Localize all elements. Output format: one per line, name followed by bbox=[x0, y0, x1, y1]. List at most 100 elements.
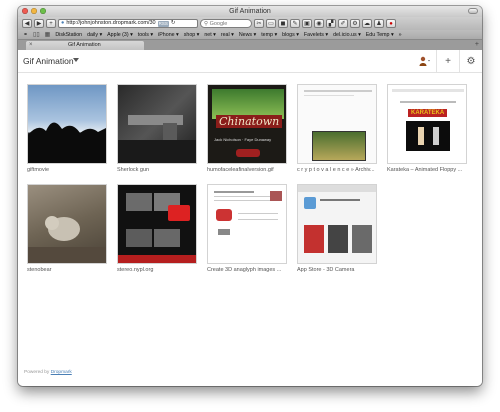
extension-icon[interactable]: ◉ bbox=[314, 19, 324, 28]
extension-icon[interactable]: ✎ bbox=[290, 19, 300, 28]
tab-bar: × Gif Animation + bbox=[18, 40, 482, 50]
webpage-image bbox=[126, 229, 152, 247]
page-content: Gif Animation + ⚙ giftmovie Sherlock gun… bbox=[18, 50, 482, 386]
search-field[interactable]: ⚲ Google bbox=[200, 19, 252, 28]
gear-icon[interactable]: ⚙ bbox=[460, 50, 482, 72]
webpage-line bbox=[304, 90, 372, 92]
extension-icon[interactable]: ☁ bbox=[362, 19, 372, 28]
item-thumbnail[interactable] bbox=[117, 84, 197, 164]
stereoscope-image bbox=[168, 205, 190, 221]
item-caption[interactable]: Karateka – Animated Floppy ... bbox=[387, 167, 467, 173]
add-icon[interactable]: + bbox=[437, 50, 459, 72]
rss-icon[interactable]: RSS bbox=[157, 20, 169, 27]
top-sites-icon[interactable]: ▦ bbox=[45, 31, 51, 38]
item-thumbnail[interactable] bbox=[207, 184, 287, 264]
tab-gif-animation[interactable]: × Gif Animation bbox=[26, 41, 144, 50]
webpage-line bbox=[214, 191, 254, 193]
bookmark-item[interactable]: net ▾ bbox=[204, 32, 216, 38]
address-bar[interactable]: ● http://johnjohnston.dropmark.com/30 RS… bbox=[58, 19, 198, 28]
forward-button[interactable]: ▶ bbox=[34, 19, 44, 28]
bookmarks-icon[interactable]: ▯▯ bbox=[33, 31, 40, 38]
item-thumbnail[interactable]: KARATEKA bbox=[387, 84, 467, 164]
new-tab-icon[interactable]: + bbox=[475, 40, 479, 50]
item-caption[interactable]: stenobear bbox=[27, 267, 107, 273]
item-caption[interactable]: App Store - 3D Camera bbox=[297, 267, 377, 273]
list-item[interactable]: giftmovie bbox=[27, 84, 107, 173]
list-item[interactable]: KARATEKA Karateka – Animated Floppy ... bbox=[387, 84, 467, 173]
item-thumbnail[interactable] bbox=[297, 84, 377, 164]
user-icon[interactable] bbox=[414, 50, 436, 72]
webpage-image bbox=[216, 209, 232, 221]
list-item[interactable]: Create 3D anaglyph images ... bbox=[207, 184, 287, 273]
bookmark-item[interactable]: Favelets ▾ bbox=[304, 32, 328, 38]
browser-window: Gif Animation ◀ ▶ + ● http://johnjohnsto… bbox=[18, 6, 482, 386]
item-caption[interactable]: c r y p t o v a l e n c e » Archiv... bbox=[297, 167, 377, 173]
webpage-image bbox=[304, 197, 316, 209]
bookmark-item[interactable]: Apple (3) ▾ bbox=[107, 32, 133, 38]
bookmark-item[interactable]: DiskStation bbox=[55, 32, 82, 38]
webpage-image bbox=[352, 225, 372, 253]
extension-icon[interactable]: ♟ bbox=[374, 19, 384, 28]
webpage-image bbox=[304, 225, 324, 253]
item-thumbnail[interactable]: Chinatown Jack Nicholson · Faye Dunaway bbox=[207, 84, 287, 164]
extension-icon[interactable]: ▣ bbox=[302, 19, 312, 28]
extension-icon[interactable]: ▭ bbox=[266, 19, 276, 28]
list-item[interactable]: stereo.nypl.org bbox=[117, 184, 197, 273]
close-button[interactable] bbox=[22, 8, 28, 14]
list-item[interactable]: App Store - 3D Camera bbox=[297, 184, 377, 273]
bookmark-item[interactable]: blogs ▾ bbox=[282, 32, 299, 38]
game-figure bbox=[433, 127, 439, 145]
webpage-image bbox=[312, 131, 366, 161]
extension-icon[interactable]: ✂ bbox=[254, 19, 264, 28]
page-header: Gif Animation + ⚙ bbox=[18, 50, 482, 73]
extension-icon[interactable]: ⚙ bbox=[350, 19, 360, 28]
item-thumbnail[interactable] bbox=[117, 184, 197, 264]
notification-icon[interactable]: ● bbox=[386, 19, 396, 28]
item-thumbnail[interactable] bbox=[27, 184, 107, 264]
extension-icon[interactable]: ▞ bbox=[326, 19, 336, 28]
close-tab-icon[interactable]: × bbox=[29, 41, 33, 50]
footer-text: Powered by bbox=[24, 370, 50, 375]
bookmark-item[interactable]: tools ▾ bbox=[138, 32, 153, 38]
webpage-header bbox=[392, 89, 464, 92]
minimize-button[interactable] bbox=[31, 8, 37, 14]
item-caption[interactable]: Create 3D anaglyph images ... bbox=[207, 267, 287, 273]
bookmark-item[interactable]: daily ▾ bbox=[87, 32, 102, 38]
webpage-image bbox=[328, 225, 348, 253]
item-thumbnail[interactable] bbox=[297, 184, 377, 264]
item-caption[interactable]: Sherlock gun bbox=[117, 167, 197, 173]
bookmark-item[interactable]: temp ▾ bbox=[261, 32, 277, 38]
search-placeholder: Google bbox=[209, 21, 228, 27]
bookmark-item[interactable]: shop ▾ bbox=[184, 32, 200, 38]
bookmark-item[interactable]: iPhone ▾ bbox=[158, 32, 179, 38]
extension-icon[interactable]: ◼ bbox=[278, 19, 288, 28]
extension-icon[interactable]: ✐ bbox=[338, 19, 348, 28]
bookmark-item[interactable]: del.icio.us ▾ bbox=[333, 32, 361, 38]
tab-label: Gif Animation bbox=[68, 42, 101, 48]
reload-icon[interactable]: ↻ bbox=[171, 20, 176, 27]
item-caption[interactable]: humofaceleafinalversion.gif bbox=[207, 167, 287, 173]
bookmarks-overflow-icon[interactable]: » bbox=[399, 32, 402, 38]
page-title[interactable]: Gif Animation bbox=[23, 56, 74, 66]
item-caption[interactable]: giftmovie bbox=[27, 167, 107, 173]
list-item[interactable]: Sherlock gun bbox=[117, 84, 197, 173]
zoom-button[interactable] bbox=[40, 8, 46, 14]
list-item[interactable]: stenobear bbox=[27, 184, 107, 273]
webpage-image bbox=[126, 193, 152, 211]
toolbar-toggle-button[interactable] bbox=[468, 8, 478, 14]
bookmark-item[interactable]: real ▾ bbox=[221, 32, 234, 38]
reading-list-icon[interactable]: ⚭ bbox=[23, 31, 28, 38]
bookmark-item[interactable]: Edu Temp ▾ bbox=[366, 32, 394, 38]
dropmark-link[interactable]: Dropmark bbox=[51, 370, 72, 375]
poster-logo bbox=[236, 149, 260, 157]
list-item[interactable]: c r y p t o v a l e n c e » Archiv... bbox=[297, 84, 377, 173]
back-button[interactable]: ◀ bbox=[22, 19, 32, 28]
webpage-header bbox=[298, 185, 376, 192]
chevron-down-icon[interactable] bbox=[73, 58, 79, 62]
add-bookmark-button[interactable]: + bbox=[46, 19, 56, 28]
bookmark-item[interactable]: News ▾ bbox=[239, 32, 256, 38]
item-caption[interactable]: stereo.nypl.org bbox=[117, 267, 197, 273]
item-thumbnail[interactable] bbox=[27, 84, 107, 164]
window-controls bbox=[22, 8, 46, 14]
list-item[interactable]: Chinatown Jack Nicholson · Faye Dunaway … bbox=[207, 84, 287, 173]
